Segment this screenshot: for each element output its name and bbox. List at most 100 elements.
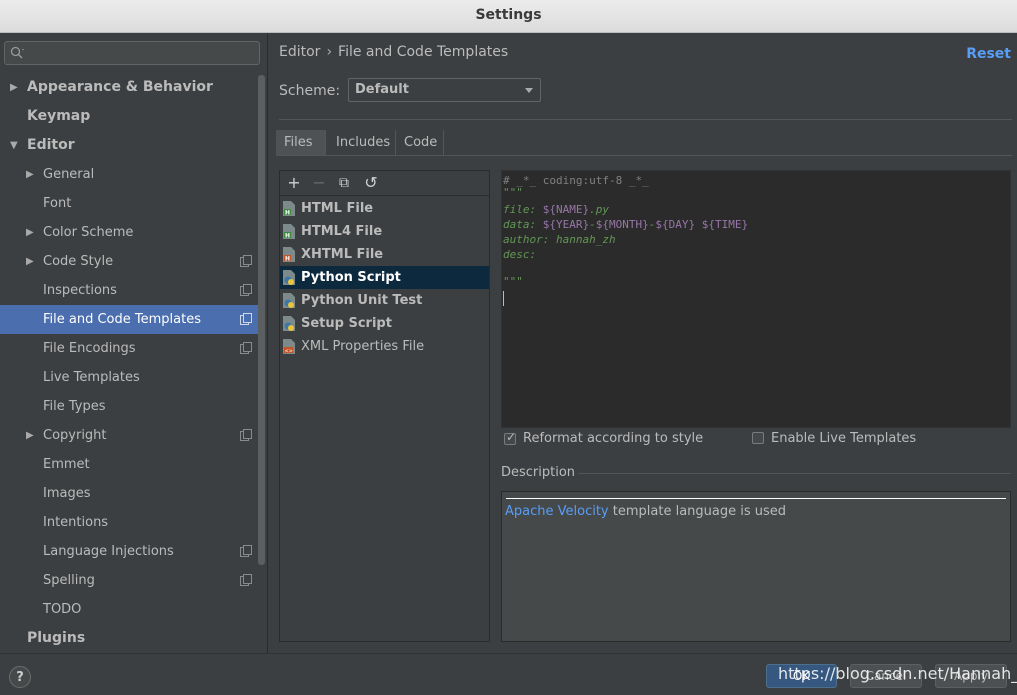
chevron-down-icon bbox=[525, 88, 533, 93]
sidebar-item-spelling[interactable]: Spelling bbox=[0, 566, 258, 595]
sidebar-item-intentions[interactable]: Intentions bbox=[0, 508, 258, 537]
sidebar-scrollbar[interactable] bbox=[258, 75, 265, 565]
sidebar-item-font[interactable]: Font bbox=[0, 189, 258, 218]
copy-icon[interactable]: ⧉ bbox=[335, 174, 353, 192]
svg-text:H: H bbox=[285, 255, 290, 262]
sidebar-item-label: Appearance & Behavior bbox=[27, 79, 213, 95]
python-file-icon bbox=[283, 293, 295, 308]
expand-arrow-icon[interactable]: ▶ bbox=[10, 73, 18, 102]
live-templates-checkbox-label[interactable]: Enable Live Templates bbox=[771, 431, 916, 446]
sidebar-item-file-and-code-templates[interactable]: File and Code Templates bbox=[0, 305, 258, 334]
expand-arrow-icon[interactable]: ▶ bbox=[26, 218, 34, 247]
python-file-icon bbox=[283, 270, 295, 285]
sidebar-item-label: Color Scheme bbox=[43, 225, 134, 240]
remove-icon[interactable]: − bbox=[310, 174, 328, 192]
sidebar-item-label: Images bbox=[43, 486, 91, 501]
description-panel: Apache Velocity template language is use… bbox=[501, 491, 1011, 642]
sidebar-item-file-encodings[interactable]: File Encodings bbox=[0, 334, 258, 363]
live-templates-checkbox[interactable] bbox=[752, 432, 764, 444]
sidebar-item-appearance[interactable]: ▶ Appearance & Behavior bbox=[0, 73, 258, 102]
template-item-xhtml[interactable]: H XHTML File bbox=[280, 243, 489, 266]
sidebar-item-copyright[interactable]: ▶ Copyright bbox=[0, 421, 258, 450]
window-title: Settings bbox=[0, 0, 1017, 33]
sidebar-item-label: Keymap bbox=[27, 108, 91, 124]
expand-arrow-icon[interactable]: ▶ bbox=[26, 421, 34, 450]
template-item-xml-properties[interactable]: <> XML Properties File bbox=[280, 335, 489, 358]
revert-icon[interactable]: ↺ bbox=[362, 174, 380, 192]
svg-text:H: H bbox=[285, 232, 290, 239]
sidebar-item-label: Copyright bbox=[43, 428, 107, 443]
html-file-icon: H bbox=[283, 201, 295, 216]
search-input[interactable] bbox=[4, 41, 260, 65]
sidebar-item-file-types[interactable]: File Types bbox=[0, 392, 258, 421]
template-item-label: HTML File bbox=[301, 201, 374, 216]
project-copy-icon bbox=[240, 255, 252, 267]
code-variable: ${TIME} bbox=[701, 218, 749, 231]
breadcrumb-separator: › bbox=[326, 44, 333, 60]
sidebar-item-todo[interactable]: TODO bbox=[0, 595, 258, 624]
code-line: """ bbox=[503, 186, 523, 199]
search-icon bbox=[10, 46, 24, 59]
svg-text:H: H bbox=[285, 209, 290, 216]
breadcrumb-item: File and Code Templates bbox=[338, 44, 509, 60]
code-token: file: bbox=[503, 203, 537, 216]
tab-includes[interactable]: Includes bbox=[328, 130, 396, 155]
template-item-python-script[interactable]: Python Script bbox=[280, 266, 489, 289]
tab-code[interactable]: Code bbox=[396, 130, 444, 155]
sidebar-item-keymap[interactable]: Keymap bbox=[0, 102, 258, 131]
sidebar-item-language-injections[interactable]: Language Injections bbox=[0, 537, 258, 566]
sidebar-item-live-templates[interactable]: Live Templates bbox=[0, 363, 258, 392]
collapse-arrow-icon[interactable]: ▼ bbox=[10, 131, 18, 160]
sidebar-item-color-scheme[interactable]: ▶ Color Scheme bbox=[0, 218, 258, 247]
reset-link[interactable]: Reset bbox=[966, 46, 1011, 62]
template-item-python-unit-test[interactable]: Python Unit Test bbox=[280, 289, 489, 312]
template-item-label: XML Properties File bbox=[301, 339, 425, 354]
settings-tree: ▶ Appearance & Behavior Keymap ▼ Editor … bbox=[0, 73, 258, 653]
add-icon[interactable]: + bbox=[285, 174, 303, 192]
code-token: - bbox=[589, 218, 596, 231]
sidebar-item-inspections[interactable]: Inspections bbox=[0, 276, 258, 305]
code-line: # _*_ coding:utf-8 _*_ bbox=[503, 174, 649, 187]
sidebar-item-images[interactable]: Images bbox=[0, 479, 258, 508]
code-variable: ${YEAR} bbox=[542, 218, 590, 231]
sidebar-item-label: Inspections bbox=[43, 283, 117, 298]
xhtml-file-icon: H bbox=[283, 247, 295, 262]
xml-file-icon: <> bbox=[283, 339, 295, 354]
template-item-label: Setup Script bbox=[301, 316, 392, 331]
template-item-label: HTML4 File bbox=[301, 224, 383, 239]
help-button[interactable]: ? bbox=[9, 666, 31, 688]
code-line: desc: bbox=[503, 248, 537, 261]
python-file-icon bbox=[283, 316, 295, 331]
scheme-value: Default bbox=[355, 82, 409, 97]
svg-text:<>: <> bbox=[285, 348, 293, 354]
expand-arrow-icon[interactable]: ▶ bbox=[26, 247, 34, 276]
sidebar-item-label: Live Templates bbox=[43, 370, 140, 385]
sidebar-item-code-style[interactable]: ▶ Code Style bbox=[0, 247, 258, 276]
reformat-checkbox[interactable]: ✓ bbox=[504, 430, 517, 445]
tab-files[interactable]: Files bbox=[276, 130, 326, 155]
sidebar-item-label: File Types bbox=[43, 399, 106, 414]
description-divider bbox=[578, 473, 1011, 474]
sidebar-item-label: Editor bbox=[27, 137, 75, 153]
sidebar-item-plugins[interactable]: Plugins bbox=[0, 624, 258, 653]
project-copy-icon bbox=[240, 342, 252, 354]
apache-velocity-link[interactable]: Apache Velocity bbox=[505, 504, 609, 519]
template-item-html[interactable]: H HTML File bbox=[280, 197, 489, 220]
description-heading: Description bbox=[501, 465, 576, 480]
sidebar-item-label: Language Injections bbox=[43, 544, 174, 559]
sidebar-item-editor[interactable]: ▼ Editor bbox=[0, 131, 258, 160]
sidebar-item-general[interactable]: ▶ General bbox=[0, 160, 258, 189]
template-item-setup-script[interactable]: Setup Script bbox=[280, 312, 489, 335]
scheme-label: Scheme: bbox=[279, 83, 341, 99]
template-item-html4[interactable]: H HTML4 File bbox=[280, 220, 489, 243]
sidebar-item-label: File Encodings bbox=[43, 341, 136, 356]
sidebar-item-emmet[interactable]: Emmet bbox=[0, 450, 258, 479]
template-code-editor[interactable]: # _*_ coding:utf-8 _*_ """ file: ${NAME}… bbox=[501, 170, 1011, 428]
expand-arrow-icon[interactable]: ▶ bbox=[26, 160, 34, 189]
code-line: author: hannah_zh bbox=[503, 233, 616, 246]
project-copy-icon bbox=[240, 284, 252, 296]
scheme-dropdown[interactable]: Default bbox=[348, 78, 541, 102]
reformat-checkbox-label[interactable]: Reformat according to style bbox=[523, 431, 703, 446]
checkmark-icon: ✓ bbox=[506, 430, 517, 444]
description-text: Apache Velocity template language is use… bbox=[505, 504, 786, 519]
